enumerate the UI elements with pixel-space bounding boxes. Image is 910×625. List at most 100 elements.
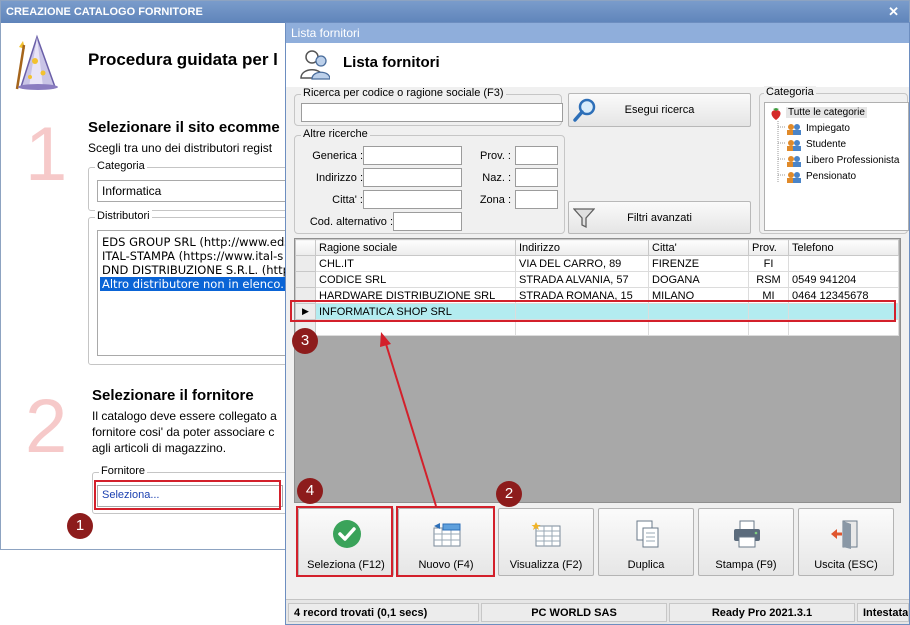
step-number-2: 2 (25, 384, 68, 469)
strawberry-icon (771, 108, 781, 120)
altre-ricerche-group: Altre ricerche Generica : Indirizzo : Ci… (294, 128, 565, 234)
column-telefono[interactable]: Telefono (788, 239, 899, 256)
fornitori-grid[interactable]: Ragione sociale Indirizzo Citta' Prov. T… (294, 238, 901, 503)
naz-label: Naz. : (482, 172, 511, 184)
status-bar: 4 record trovati (0,1 secs) PC WORLD SAS… (286, 599, 909, 624)
distributori-group: Distributori EDS GROUP SRL (http://www.e… (88, 210, 307, 365)
close-icon[interactable]: ✕ (888, 4, 899, 20)
status-intestatario: Intestata (857, 603, 909, 622)
dialog-header-title: Lista fornitori (343, 54, 440, 71)
annotation-badge-2: 2 (496, 481, 522, 507)
annotation-badge-1: 1 (67, 513, 93, 539)
list-item[interactable]: EDS GROUP SRL (http://www.eds (100, 235, 304, 249)
step2-line-2: fornitore cosi' da poter associare c (92, 425, 275, 439)
filtri-avanzati-button[interactable]: Filtri avanzati (568, 201, 751, 234)
annotation-box-seleziona (296, 506, 393, 577)
uscita-label: Uscita (ESC) (814, 559, 878, 571)
annotation-badge-3: 3 (292, 328, 318, 354)
citta-label: Citta' : (332, 194, 363, 206)
zona-label: Zona : (479, 194, 511, 206)
wizard-titlebar: CREAZIONE CATALOGO FORNITORE ✕ (1, 1, 909, 23)
esegui-ricerca-label: Esegui ricerca (624, 104, 695, 116)
cod-alternativo-input[interactable] (393, 212, 462, 231)
categoria-select[interactable]: Informatica (97, 180, 307, 202)
annotation-badge-4: 4 (297, 478, 323, 504)
search-input[interactable] (301, 103, 563, 122)
zona-input[interactable] (515, 190, 558, 209)
stampa-button[interactable]: Stampa (F9) (698, 508, 794, 576)
wizard-hat-icon (15, 34, 58, 90)
cell-prov: RSM (748, 271, 789, 288)
distributori-label: Distributori (95, 210, 152, 222)
tree-item-libero-professionista[interactable]: Libero Professionista (806, 155, 899, 166)
categoria-label: Categoria (95, 160, 147, 172)
dialog-header: Lista fornitori (286, 43, 909, 87)
cell-ragione: CODICE SRL (315, 271, 516, 288)
dialog-titlebar: Lista fornitori (286, 23, 909, 43)
stampa-label: Stampa (F9) (715, 559, 777, 571)
search-group: Ricerca per codice o ragione sociale (F3… (294, 87, 563, 126)
step2-line-1: Il catalogo deve essere collegato a (92, 409, 277, 423)
annotation-box-fornitore (94, 480, 281, 510)
cell-citta: FIRENZE (648, 255, 749, 272)
visualizza-label: Visualizza (F2) (509, 559, 583, 571)
filtri-avanzati-label: Filtri avanzati (627, 212, 692, 224)
categoria-tree-label: Categoria (764, 86, 816, 98)
row-header[interactable] (295, 271, 316, 288)
categoria-tree[interactable]: Tutte le categorie Impiegato Studente Li… (764, 102, 909, 231)
prov-input[interactable] (515, 146, 558, 165)
cod-alternativo-label: Cod. alternativo : (309, 216, 393, 228)
categoria-tree-group: Categoria Tutte le categorie Impiegato S… (759, 86, 909, 234)
column-ragione-sociale[interactable]: Ragione sociale (315, 239, 516, 256)
people-icon (787, 172, 801, 183)
annotation-box-row (290, 300, 896, 322)
esegui-ricerca-button[interactable]: Esegui ricerca (568, 93, 751, 127)
people-icon (787, 124, 801, 135)
column-indirizzo[interactable]: Indirizzo (515, 239, 649, 256)
column-citta[interactable]: Citta' (648, 239, 749, 256)
people-icon (787, 156, 801, 167)
tree-item-pensionato[interactable]: Pensionato (806, 171, 856, 182)
row-header[interactable] (295, 255, 316, 272)
cell-indirizzo: VIA DEL CARRO, 89 (515, 255, 649, 272)
distributori-list[interactable]: EDS GROUP SRL (http://www.eds ITAL-STAMP… (97, 230, 307, 356)
indirizzo-input[interactable] (363, 168, 462, 187)
cell-ragione: CHL.IT (315, 255, 516, 272)
list-item-selected[interactable]: Altro distributore non in elenco... (100, 277, 304, 291)
annotation-box-nuovo (396, 506, 495, 577)
indirizzo-label: Indirizzo : (315, 172, 363, 184)
step1-description: Scegli tra uno dei distributori regist (88, 141, 273, 155)
cell-prov: FI (748, 255, 789, 272)
list-item[interactable]: DND DISTRIBUZIONE S.R.L. (http (100, 263, 304, 277)
duplica-button[interactable]: Duplica (598, 508, 694, 576)
generica-input[interactable] (363, 146, 462, 165)
citta-input[interactable] (363, 190, 462, 209)
table-row[interactable]: CHL.IT VIA DEL CARRO, 89 FIRENZE FI (295, 255, 899, 272)
status-records: 4 record trovati (0,1 secs) (288, 603, 479, 622)
cell-telefono: 0549 941204 (788, 271, 899, 288)
status-version: Ready Pro 2021.3.1 (669, 603, 855, 622)
categoria-group: Categoria Informatica (88, 160, 307, 211)
tree-item-studente[interactable]: Studente (806, 139, 846, 150)
table-row[interactable]: CODICE SRL STRADA ALVANIA, 57 DOGANA RSM… (295, 271, 899, 288)
visualizza-button[interactable]: Visualizza (F2) (498, 508, 594, 576)
duplica-label: Duplica (627, 559, 665, 571)
naz-input[interactable] (515, 168, 558, 187)
list-item[interactable]: ITAL-STAMPA (https://www.ital-s (100, 249, 304, 263)
tree-item-impiegato[interactable]: Impiegato (806, 123, 850, 134)
cell-citta: DOGANA (648, 271, 749, 288)
tree-item-root[interactable]: Tutte le categorie (786, 107, 867, 118)
status-company: PC WORLD SAS (481, 603, 667, 622)
suppliers-icon (300, 50, 330, 80)
cell-telefono (788, 255, 899, 272)
prov-label: Prov. : (480, 150, 511, 162)
uscita-button[interactable]: Uscita (ESC) (798, 508, 894, 576)
step2-line-3: agli articoli di magazzino. (92, 441, 227, 455)
step-number-1: 1 (25, 112, 68, 197)
exit-door-icon (831, 520, 858, 549)
generica-label: Generica : (312, 150, 363, 162)
step1-title: Selezionare il sito ecomme (88, 119, 280, 136)
column-prov[interactable]: Prov. (748, 239, 789, 256)
view-grid-icon (531, 522, 561, 547)
search-group-label: Ricerca per codice o ragione sociale (F3… (301, 87, 506, 99)
